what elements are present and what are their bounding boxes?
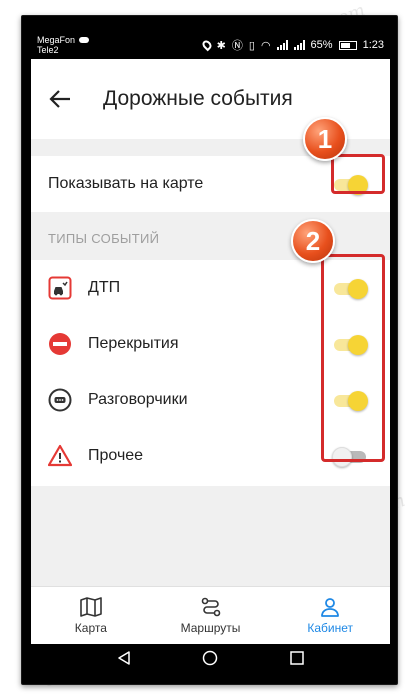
back-triangle-icon[interactable] <box>116 650 132 666</box>
bottom-navigation: Карта Маршруты Кабинет <box>31 586 390 644</box>
phone-screen: MegaFon Tele2 ✱ Ⓝ ▯ ◠ 65% 1:23 Дорожные … <box>31 31 390 672</box>
back-button[interactable] <box>31 69 89 129</box>
event-types-header: ТИПЫ СОБЫТИЙ <box>48 231 160 246</box>
phone-frame: MegaFon Tele2 ✱ Ⓝ ▯ ◠ 65% 1:23 Дорожные … <box>21 15 398 685</box>
nav-label: Карта <box>74 620 107 635</box>
home-circle-icon[interactable] <box>202 650 218 666</box>
no-entry-icon <box>48 332 72 356</box>
nav-label: Маршруты <box>180 620 241 635</box>
signal-icon <box>276 40 288 50</box>
event-label: Прочее <box>88 447 144 464</box>
vibrate-icon: ▯ <box>248 39 255 52</box>
nav-label: Кабинет <box>307 620 353 635</box>
chat-bubble-icon <box>48 388 72 412</box>
event-label: Перекрытия <box>88 335 179 352</box>
recents-square-icon[interactable] <box>289 650 305 666</box>
nav-routes[interactable]: Маршруты <box>151 587 271 644</box>
annotation-badge-1: 1 <box>303 117 347 161</box>
warning-triangle-icon <box>48 444 72 468</box>
status-icons: ✱ Ⓝ ▯ ◠ 65% 1:23 <box>200 37 384 53</box>
car-crash-icon <box>48 276 72 300</box>
event-label: Разговорчики <box>88 391 188 408</box>
show-on-map-label: Показывать на карте <box>48 175 204 192</box>
battery-percent: 65% <box>310 39 333 51</box>
arrow-left-icon <box>49 90 70 108</box>
user-icon <box>321 597 340 617</box>
page-title: Дорожные события <box>103 87 293 110</box>
status-bar: MegaFon Tele2 ✱ Ⓝ ▯ ◠ 65% 1:23 <box>31 31 390 59</box>
signal-icon <box>293 40 305 50</box>
event-label: ДТП <box>88 279 121 296</box>
carrier-info: MegaFon Tele2 <box>37 35 90 55</box>
nfc-icon: Ⓝ <box>231 40 243 52</box>
wifi-icon: ◠ <box>260 39 271 52</box>
route-icon <box>201 597 220 616</box>
cloud-icon <box>79 37 90 43</box>
map-icon <box>80 596 102 617</box>
clock: 1:23 <box>362 39 384 51</box>
nav-cabinet[interactable]: Кабинет <box>270 587 390 644</box>
battery-icon <box>338 40 357 50</box>
system-navigation-bar <box>31 644 390 672</box>
nav-map[interactable]: Карта <box>31 587 151 644</box>
annotation-frame-1 <box>331 154 385 194</box>
annotation-badge-2: 2 <box>291 219 335 263</box>
location-icon <box>200 38 214 52</box>
carrier-name: Tele2 <box>37 45 59 55</box>
bluetooth-icon: ✱ <box>216 39 226 52</box>
carrier-name: MegaFon <box>37 35 76 45</box>
annotation-frame-2 <box>321 254 385 462</box>
